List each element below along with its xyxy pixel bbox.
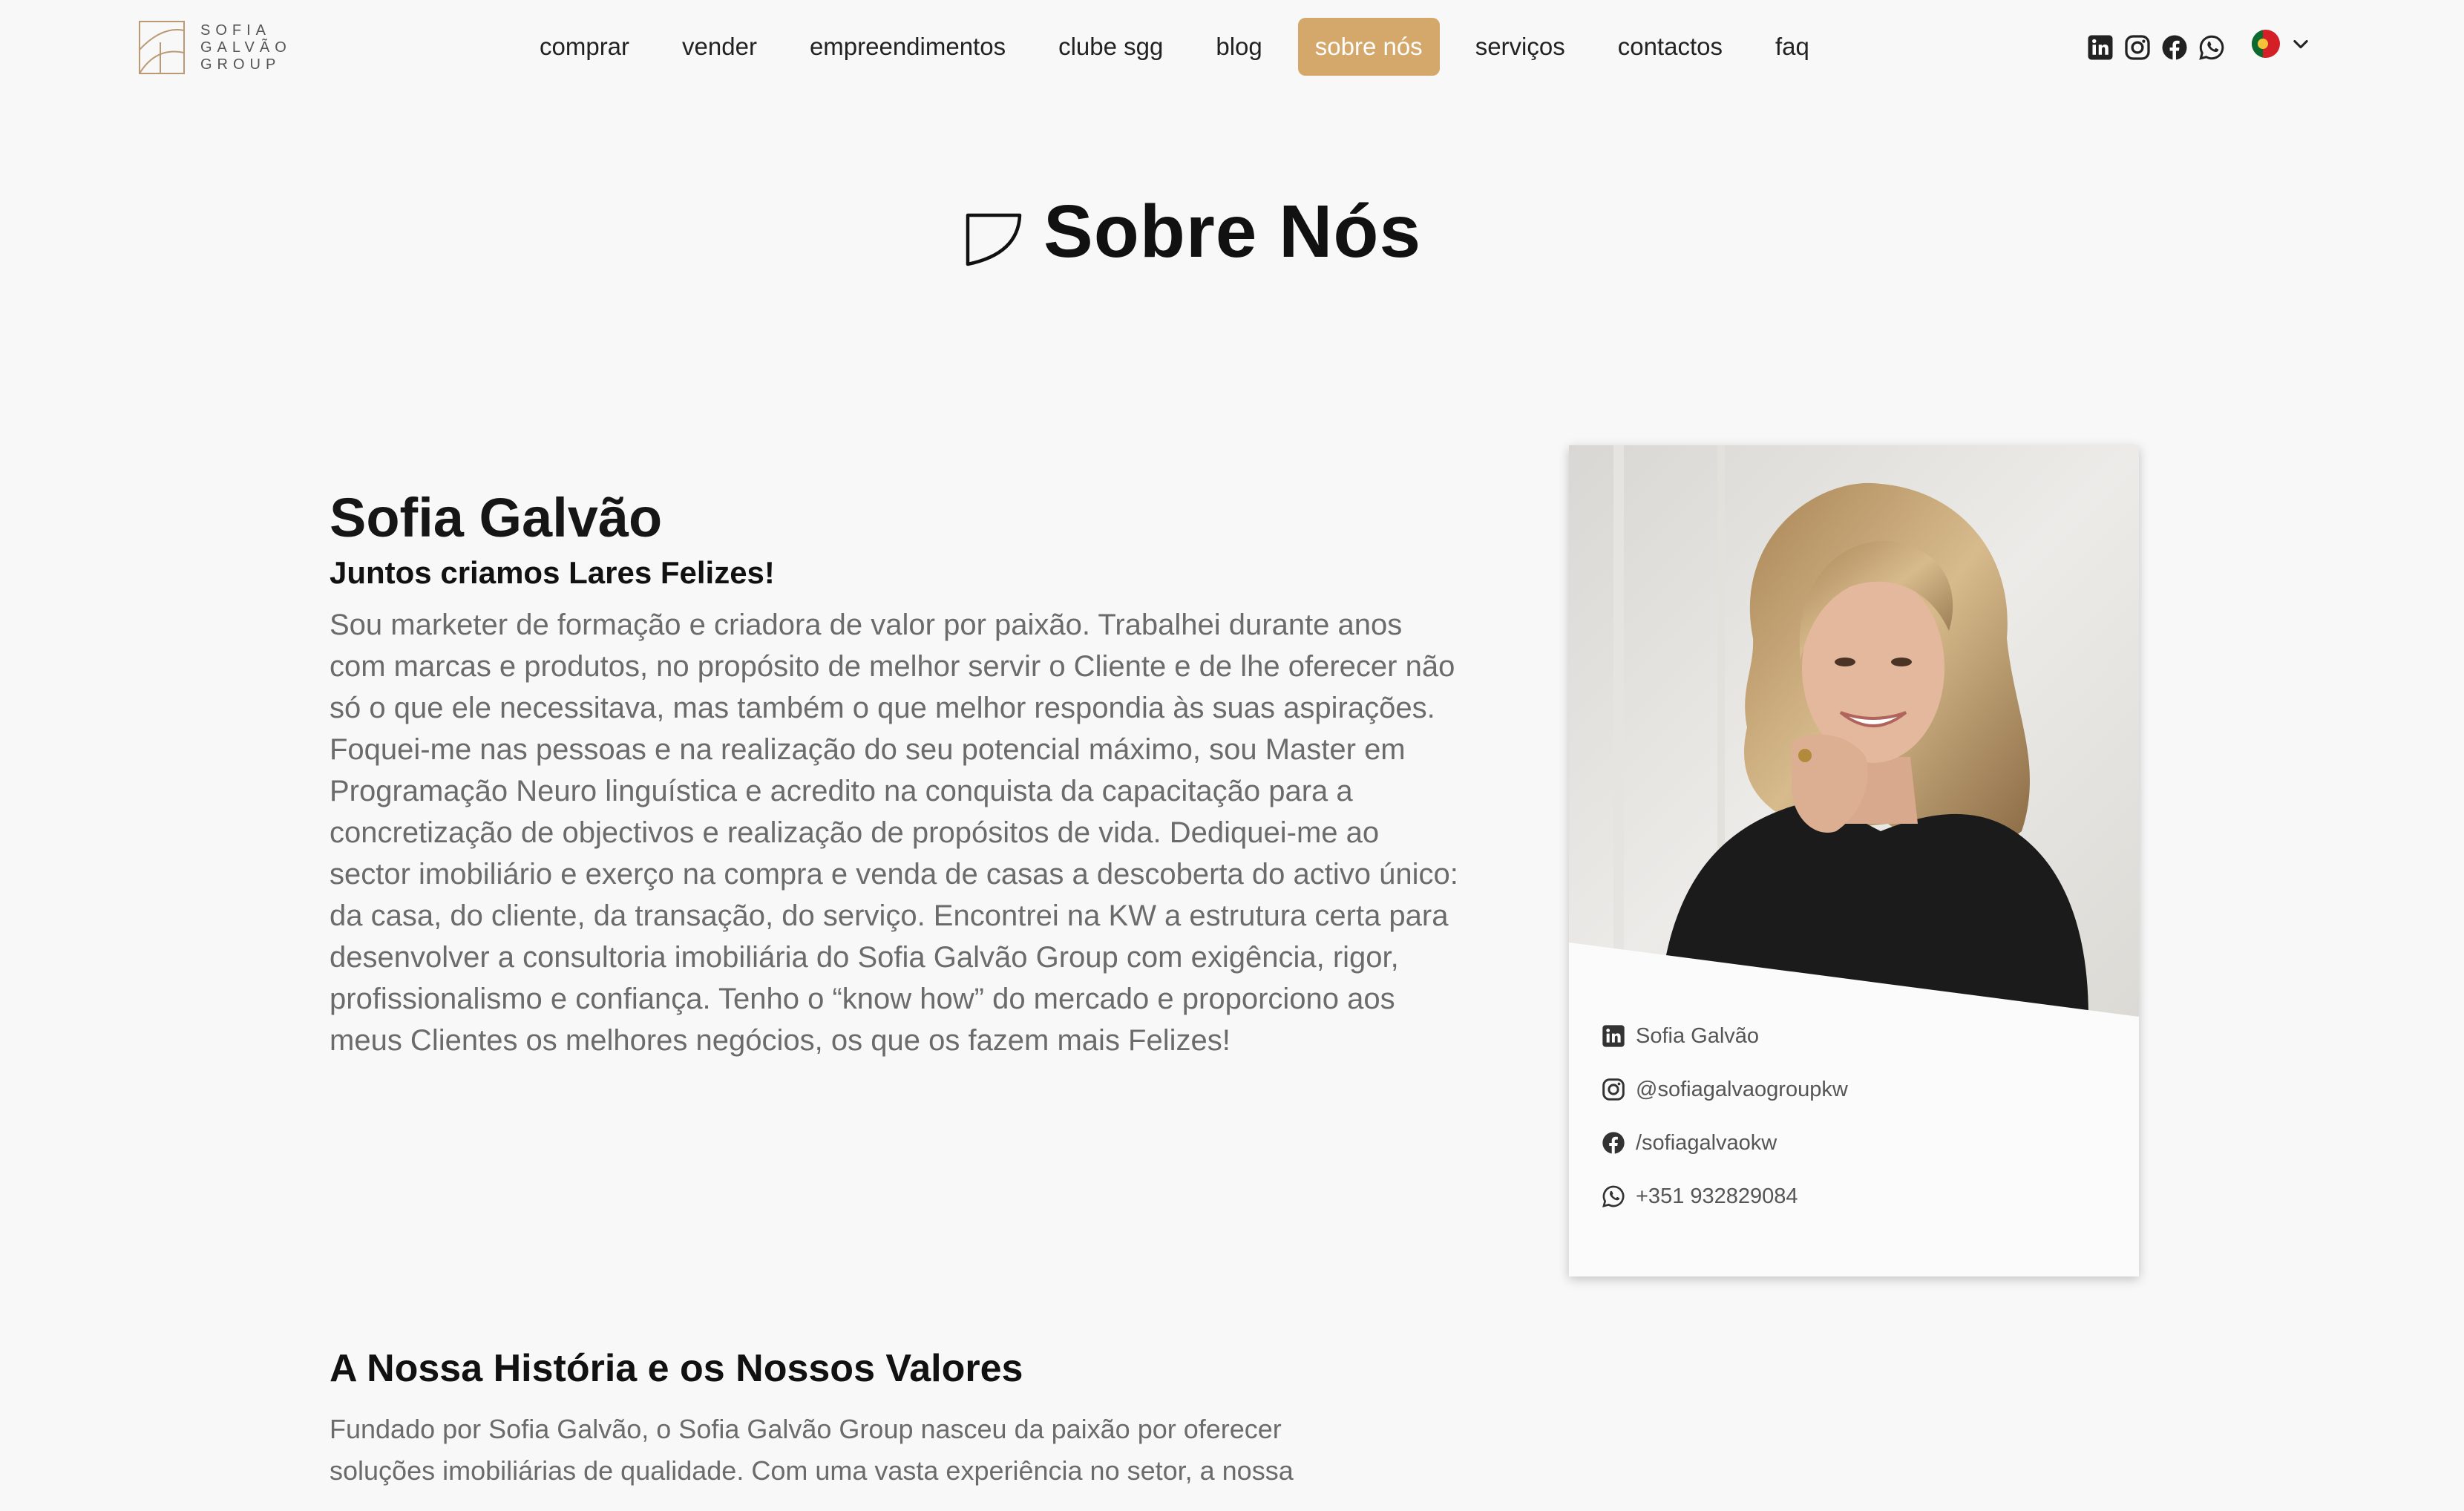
profile-photo [1569, 445, 2139, 1017]
linkedin-icon [1602, 1025, 1625, 1047]
profile-card: Sofia Galvão @sofiagalvaogroupkw /sofiag… [1569, 445, 2139, 1276]
instagram-icon[interactable] [2124, 34, 2151, 61]
page-title: Sobre Nós [1043, 190, 1422, 273]
nav-item-servicos[interactable]: serviços [1458, 18, 1582, 76]
chevron-down-icon [2293, 39, 2308, 49]
contact-facebook[interactable]: /sofiagalvaokw [1602, 1116, 1848, 1170]
contact-instagram[interactable]: @sofiagalvaogroupkw [1602, 1063, 1848, 1116]
site-header: SOFIA GALVÃO GROUP comprar vender empree… [0, 0, 2464, 96]
nav-item-blog[interactable]: blog [1199, 18, 1279, 76]
whatsapp-icon [1602, 1185, 1625, 1207]
language-selector[interactable] [2252, 30, 2311, 58]
contact-label: /sofiagalvaokw [1636, 1130, 1777, 1155]
history-text: Fundado por Sofia Galvão, o Sofia Galvão… [330, 1414, 1294, 1486]
whatsapp-icon[interactable] [2198, 34, 2225, 61]
main-nav: comprar vender empreendimentos clube sgg… [522, 18, 1845, 76]
instagram-icon [1602, 1078, 1625, 1101]
nav-item-contactos[interactable]: contactos [1601, 18, 1740, 76]
brand-logo[interactable]: SOFIA GALVÃO GROUP [138, 19, 301, 76]
logo-line: GROUP [200, 56, 281, 73]
contact-list: Sofia Galvão @sofiagalvaogroupkw /sofiag… [1602, 1009, 1848, 1223]
nav-item-empreendimentos[interactable]: empreendimentos [793, 18, 1023, 76]
logo-line: SOFIA [200, 22, 272, 39]
logo-line: GALVÃO [200, 39, 292, 56]
nav-item-comprar[interactable]: comprar [522, 18, 646, 76]
linkedin-icon[interactable] [2087, 34, 2114, 61]
logo-mark-icon [139, 21, 185, 74]
contact-label: Sofia Galvão [1636, 1023, 1760, 1048]
history-section: A Nossa História e os Nossos Valores Fun… [330, 1336, 1339, 1492]
bio-text: Sou marketer de formação e criadora de v… [330, 609, 1458, 1057]
page-title-block: Sobre Nós [965, 189, 1421, 275]
header-social-links [2087, 31, 2235, 64]
contact-whatsapp[interactable]: +351 932829084 [1602, 1170, 1848, 1223]
portugal-flag-icon [2252, 30, 2280, 58]
leaf-shape-icon [966, 213, 1022, 266]
history-title: A Nossa História e os Nossos Valores [330, 1347, 1023, 1390]
bio-name: Sofia Galvão [330, 487, 663, 548]
facebook-icon[interactable] [2161, 34, 2188, 61]
contact-label: +351 932829084 [1636, 1184, 1798, 1208]
nav-item-vender[interactable]: vender [665, 18, 774, 76]
facebook-icon [1602, 1132, 1625, 1154]
nav-item-sobre-nos[interactable]: sobre nós [1297, 18, 1440, 76]
nav-item-faq[interactable]: faq [1758, 18, 1826, 76]
contact-label: @sofiagalvaogroupkw [1636, 1077, 1848, 1101]
logo-text: SOFIA GALVÃO GROUP [200, 22, 292, 73]
nav-item-clube-sgg[interactable]: clube sgg [1041, 18, 1180, 76]
bio-tagline: Juntos criamos Lares Felizes! [330, 555, 775, 590]
bio-section: Sofia Galvão Juntos criamos Lares Felize… [330, 482, 1465, 1061]
contact-linkedin[interactable]: Sofia Galvão [1602, 1009, 1848, 1063]
